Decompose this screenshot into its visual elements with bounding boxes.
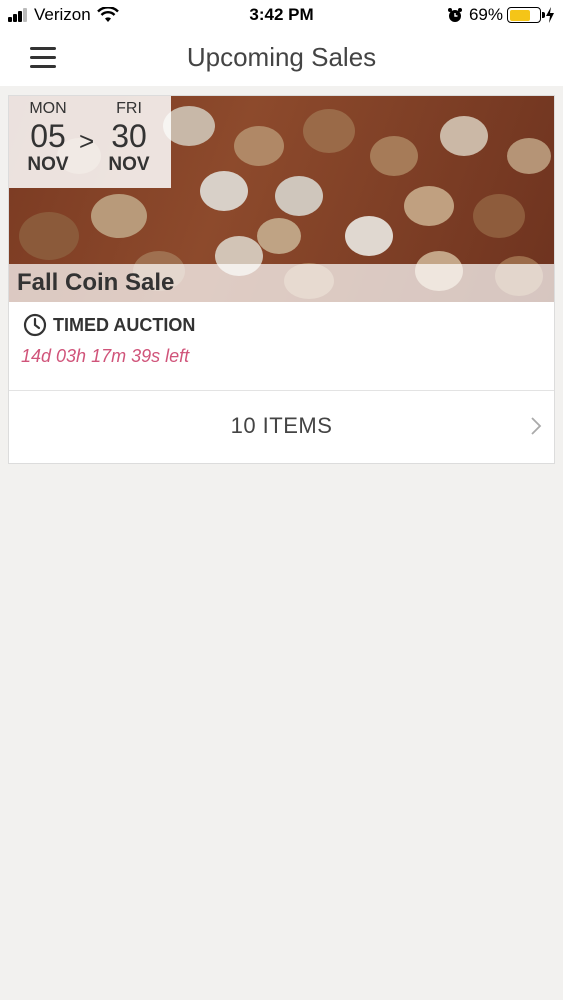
end-date: FRI 30 NOV [94, 100, 164, 176]
charging-bolt-icon [546, 7, 554, 23]
sale-date-range: MON 05 NOV > FRI 30 NOV [9, 96, 171, 188]
navigation-bar: Upcoming Sales [0, 30, 563, 86]
end-day: 30 [111, 118, 147, 154]
status-bar: Verizon 3:42 PM 69% [0, 0, 563, 30]
battery-percent: 69% [468, 5, 503, 24]
page-title: Upcoming Sales [186, 42, 377, 72]
clock-icon [23, 313, 47, 337]
start-date: MON 05 NOV [13, 100, 83, 176]
sale-title: Fall Coin Sale [17, 269, 175, 296]
end-weekday: FRI [116, 100, 142, 117]
end-month: NOV [108, 154, 150, 175]
sale-card[interactable]: MON 05 NOV > FRI 30 NOV Fall Coin Sale T… [8, 95, 555, 464]
auction-type: TIMED AUCTION [23, 313, 195, 337]
alarm-clock-icon [447, 8, 462, 22]
sale-hero-image: MON 05 NOV > FRI 30 NOV Fall Coin Sale [9, 96, 554, 302]
start-month: NOV [27, 154, 69, 175]
chevron-right-icon [531, 417, 542, 435]
status-right: 69% [447, 5, 555, 25]
date-separator: > [79, 126, 95, 156]
countdown-timer: 14d 03h 17m 39s left [21, 346, 190, 366]
view-items-button[interactable]: 10 ITEMS [9, 391, 554, 463]
battery-level [509, 9, 530, 21]
items-count-label: 10 ITEMS [230, 413, 333, 438]
sale-title-band: Fall Coin Sale [9, 264, 554, 302]
start-weekday: MON [29, 100, 67, 117]
auction-type-label: TIMED AUCTION [53, 314, 196, 335]
battery-icon [507, 7, 545, 23]
start-day: 05 [30, 118, 66, 154]
